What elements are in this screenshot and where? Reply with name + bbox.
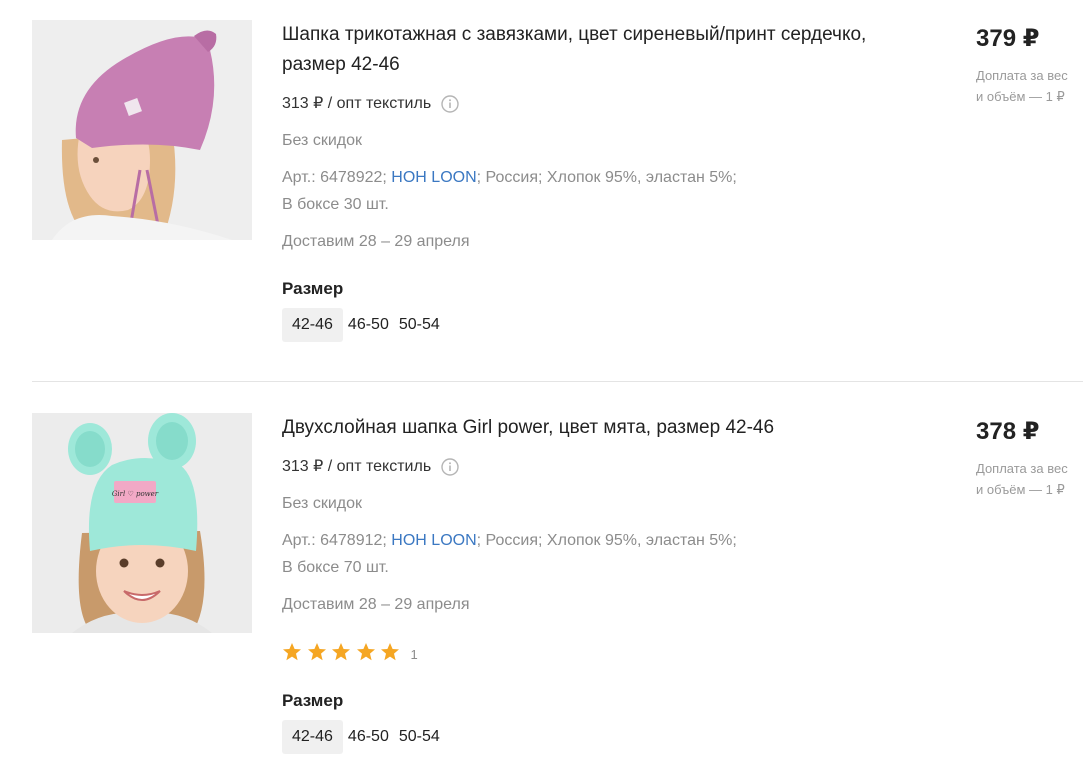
product-list: Шапка трикотажная с завязками, цвет сире… (0, 0, 1083, 773)
size-selector: 42-46 46-50 50-54 (282, 308, 445, 342)
size-option-50-54[interactable]: 50-54 (394, 720, 445, 754)
wholesale-price-text: 313 ₽ / опт текстиль (282, 458, 432, 475)
brand-link[interactable]: HOH LOON (391, 532, 476, 549)
discount-text: Без скидок (282, 495, 362, 512)
surcharge-line-2: и объём — 1 ₽ (976, 89, 1065, 104)
product-meta: Арт.: 6478922; HOH LOON; Россия; Хлопок … (282, 164, 842, 218)
surcharge-note: Доплата за вес и объём — 1 ₽ (976, 65, 1083, 107)
surcharge-note: Доплата за вес и объём — 1 ₽ (976, 458, 1083, 500)
star-icon (307, 642, 326, 660)
product-photo-hat-mint: Girl ♡ power (32, 413, 252, 633)
size-option-50-54[interactable]: 50-54 (394, 308, 445, 342)
box-quantity: В боксе 30 шт. (282, 196, 389, 213)
delivery-text: Доставим 28 – 29 апреля (282, 596, 470, 613)
size-label: Размер (282, 691, 344, 710)
product-image[interactable]: Girl ♡ power (32, 413, 252, 633)
surcharge-line-2: и объём — 1 ₽ (976, 482, 1065, 497)
image-badge-text: Girl ♡ power (112, 490, 159, 498)
product-image[interactable] (32, 20, 252, 240)
size-option-42-46[interactable]: 42-46 (282, 720, 343, 754)
size-option-42-46[interactable]: 42-46 (282, 308, 343, 342)
star-icon (356, 642, 375, 660)
price: 378 ₽ (976, 418, 1040, 445)
brand-link[interactable]: HOH LOON (391, 169, 476, 186)
size-label: Размер (282, 279, 344, 298)
article-suffix: ; Россия; Хлопок 95%, эластан 5%; (476, 169, 737, 186)
wholesale-price-text: 313 ₽ / опт текстиль (282, 95, 432, 112)
wholesale-price: 313 ₽ / опт текстиль (282, 94, 459, 114)
size-selector: 42-46 46-50 50-54 (282, 720, 445, 754)
product-title[interactable]: Двухслойная шапка Girl power, цвет мята,… (282, 413, 912, 443)
product-meta: Арт.: 6478912; HOH LOON; Россия; Хлопок … (282, 527, 842, 581)
delivery-text: Доставим 28 – 29 апреля (282, 233, 470, 250)
rating-count: 1 (410, 647, 418, 662)
surcharge-line-1: Доплата за вес (976, 68, 1068, 83)
star-icon (381, 642, 399, 660)
article-suffix: ; Россия; Хлопок 95%, эластан 5%; (476, 532, 737, 549)
size-option-46-50[interactable]: 46-50 (343, 720, 394, 754)
price: 379 ₽ (976, 25, 1040, 52)
discount-text: Без скидок (282, 132, 362, 149)
size-option-46-50[interactable]: 46-50 (343, 308, 394, 342)
article-prefix: Арт.: 6478922; (282, 169, 392, 186)
info-icon[interactable] (441, 95, 459, 113)
info-icon[interactable] (441, 458, 459, 476)
product-photo-hat-lilac (32, 20, 252, 240)
product-title[interactable]: Шапка трикотажная с завязками, цвет сире… (282, 20, 912, 80)
box-quantity: В боксе 70 шт. (282, 559, 389, 576)
wholesale-price: 313 ₽ / опт текстиль (282, 457, 459, 477)
star-icon (332, 642, 350, 660)
surcharge-line-1: Доплата за вес (976, 461, 1068, 476)
divider (32, 381, 1083, 382)
rating[interactable]: 1 (282, 641, 418, 662)
article-prefix: Арт.: 6478912; (282, 532, 392, 549)
star-icon (283, 642, 301, 660)
